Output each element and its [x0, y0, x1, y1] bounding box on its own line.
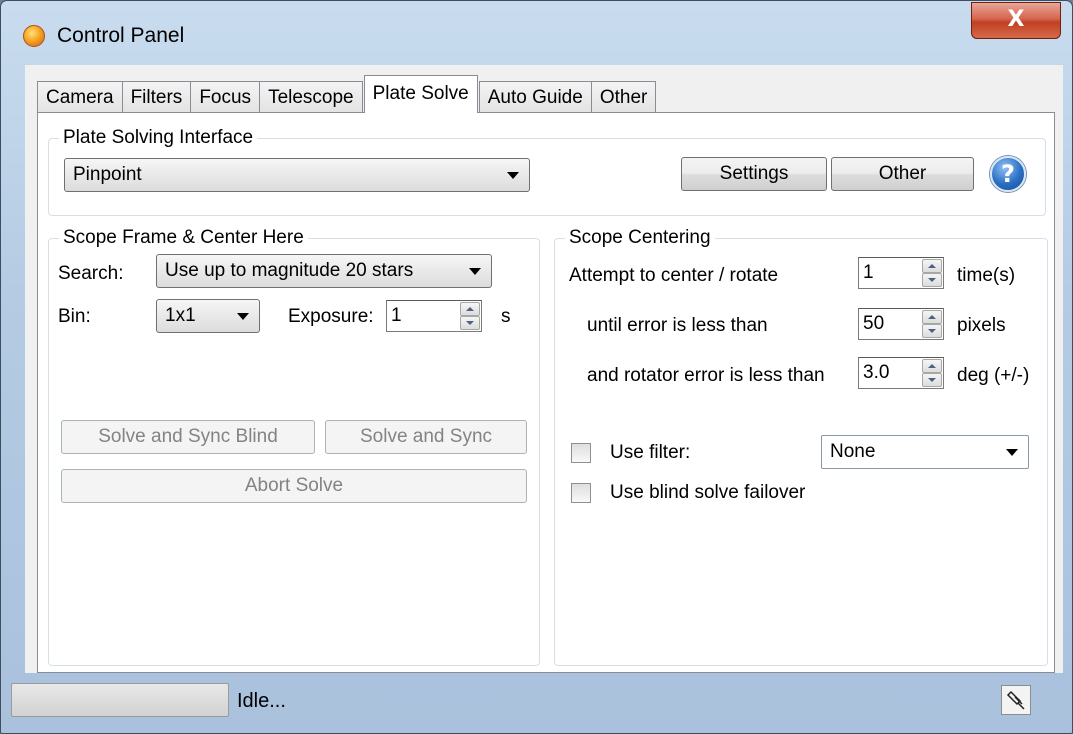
control-panel-window: Control Panel X Camera Filters Focus Tel… — [0, 0, 1073, 734]
attempt-value: 1 — [863, 262, 874, 283]
rotator-label: and rotator error is less than — [587, 365, 825, 386]
rotator-unit: deg (+/-) — [957, 365, 1030, 386]
blind-failover-label: Use blind solve failover — [610, 482, 806, 503]
tab-auto-guide[interactable]: Auto Guide — [478, 81, 592, 113]
bin-select[interactable]: 1x1 — [156, 299, 260, 333]
pin-icon[interactable] — [1001, 685, 1031, 715]
plate-interface-value: Pinpoint — [73, 164, 142, 185]
tab-focus[interactable]: Focus — [190, 81, 261, 113]
blind-failover-checkbox[interactable] — [571, 483, 591, 503]
exposure-label: Exposure: — [288, 306, 374, 327]
solve-sync-button[interactable]: Solve and Sync — [325, 420, 527, 454]
attempt-label: Attempt to center / rotate — [569, 265, 779, 286]
tab-filters[interactable]: Filters — [121, 81, 192, 113]
scope-centering-legend: Scope Centering — [569, 227, 711, 248]
plate-interface-legend: Plate Solving Interface — [63, 127, 254, 148]
chevron-down-icon — [237, 313, 249, 320]
attempt-stepper[interactable]: 1 — [858, 257, 944, 289]
attempt-unit: time(s) — [957, 265, 1016, 286]
filter-value: None — [830, 441, 876, 462]
tab-telescope[interactable]: Telescope — [259, 81, 363, 113]
scope-frame-legend: Scope Frame & Center Here — [63, 227, 304, 248]
bin-label: Bin: — [58, 306, 91, 327]
status-text: Idle... — [237, 690, 286, 712]
spin-up-icon[interactable] — [922, 359, 942, 373]
filter-select[interactable]: None — [821, 435, 1029, 469]
tab-plate-solve[interactable]: Plate Solve — [363, 75, 478, 113]
tab-strip: Camera Filters Focus Telescope Plate Sol… — [37, 75, 657, 113]
rotator-value: 3.0 — [863, 362, 890, 383]
spin-down-icon[interactable] — [460, 316, 480, 330]
spin-up-icon[interactable] — [922, 259, 942, 273]
until-value: 50 — [863, 313, 885, 334]
bin-value: 1x1 — [165, 305, 196, 326]
app-orb-icon — [23, 25, 45, 47]
until-label: until error is less than — [587, 315, 768, 336]
chevron-down-icon — [507, 172, 519, 179]
exposure-stepper[interactable]: 1 — [386, 300, 482, 332]
until-stepper[interactable]: 50 — [858, 308, 944, 340]
pin-glyph — [1006, 690, 1025, 710]
plate-solve-panel: Plate Solving Interface Pinpoint Setting… — [37, 112, 1055, 673]
search-value: Use up to magnitude 20 stars — [165, 260, 414, 281]
spin-down-icon[interactable] — [922, 373, 942, 387]
status-progress-bar — [11, 683, 229, 717]
solve-sync-blind-button[interactable]: Solve and Sync Blind — [61, 420, 315, 454]
tab-other[interactable]: Other — [590, 81, 657, 113]
use-filter-checkbox[interactable] — [571, 443, 591, 463]
search-select[interactable]: Use up to magnitude 20 stars — [156, 254, 492, 288]
spin-up-icon[interactable] — [922, 310, 942, 324]
other-button[interactable]: Other — [831, 157, 974, 191]
plate-interface-select[interactable]: Pinpoint — [64, 158, 530, 192]
use-filter-label: Use filter: — [610, 442, 691, 463]
status-bar: Idle... — [1, 673, 1072, 723]
until-unit: pixels — [957, 315, 1006, 336]
search-label: Search: — [58, 263, 124, 284]
settings-button[interactable]: Settings — [681, 157, 827, 191]
abort-solve-button[interactable]: Abort Solve — [61, 469, 527, 503]
tab-camera[interactable]: Camera — [37, 81, 123, 113]
client-area: Camera Filters Focus Telescope Plate Sol… — [25, 65, 1063, 673]
window-title: Control Panel — [57, 24, 185, 47]
close-button[interactable]: X — [971, 2, 1061, 39]
spin-up-icon[interactable] — [460, 302, 480, 316]
chevron-down-icon — [469, 268, 481, 275]
rotator-stepper[interactable]: 3.0 — [858, 357, 944, 389]
exposure-unit: s — [501, 306, 511, 327]
spin-down-icon[interactable] — [922, 324, 942, 338]
chevron-down-icon — [1006, 449, 1018, 456]
exposure-value: 1 — [391, 305, 402, 326]
spin-down-icon[interactable] — [922, 273, 942, 287]
help-question-icon[interactable]: ? — [990, 156, 1026, 192]
title-bar[interactable]: Control Panel X — [1, 1, 1072, 63]
